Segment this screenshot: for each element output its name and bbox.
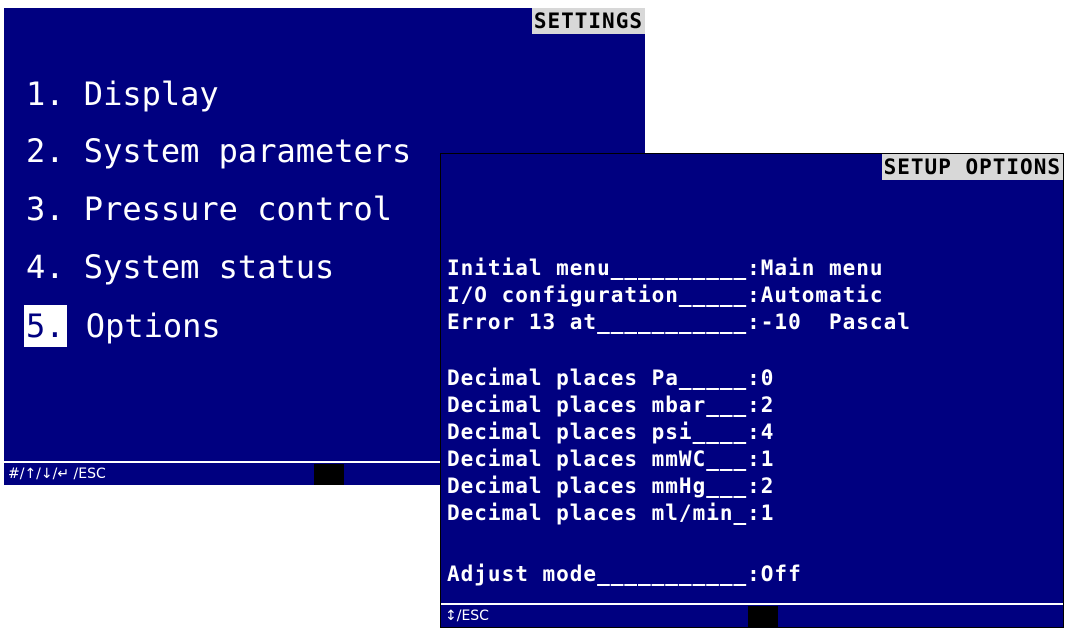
option-io-configuration[interactable]: I/O configuration_____:Automatic <box>447 283 884 307</box>
menu-item-label: Display <box>83 75 219 113</box>
menu-item-label: System status <box>83 248 335 286</box>
menu-item-pressure-control[interactable]: 3. Pressure control <box>26 188 392 230</box>
menu-item-label: System parameters <box>83 132 412 170</box>
menu-item-label: Options <box>85 307 221 345</box>
option-decimal-places-mmwc[interactable]: Decimal places mmWC___:1 <box>447 447 774 471</box>
option-initial-menu[interactable]: Initial menu__________:Main menu <box>447 256 884 280</box>
status-cursor-block <box>748 606 778 627</box>
setup-options-screen: SETUP OPTIONS Initial menu__________:Mai… <box>440 153 1064 628</box>
option-decimal-places-mbar[interactable]: Decimal places mbar___:2 <box>447 393 774 417</box>
menu-item-number: 2. <box>26 132 65 170</box>
status-cursor-block <box>314 464 344 485</box>
menu-item-number-selected: 5. <box>24 305 67 347</box>
settings-title: SETTINGS <box>531 8 645 34</box>
menu-item-system-status[interactable]: 4. System status <box>26 246 334 288</box>
option-adjust-mode[interactable]: Adjust mode___________:Off <box>447 562 802 586</box>
menu-item-system-parameters[interactable]: 2. System parameters <box>26 130 411 172</box>
option-decimal-places-psi[interactable]: Decimal places psi____:4 <box>447 420 774 444</box>
option-decimal-places-mmhg[interactable]: Decimal places mmHg___:2 <box>447 474 774 498</box>
menu-item-label: Pressure control <box>83 190 393 228</box>
menu-item-display[interactable]: 1. Display <box>26 73 219 115</box>
menu-item-number: 1. <box>26 75 65 113</box>
menu-item-number: 4. <box>26 248 65 286</box>
menu-item-label <box>65 75 84 113</box>
key-hints: ↕/ESC <box>445 608 489 624</box>
menu-item-number: 3. <box>26 190 65 228</box>
setup-status-bar: ↕/ESC <box>441 603 1063 627</box>
option-decimal-places-ml-min[interactable]: Decimal places ml/min_:1 <box>447 501 774 525</box>
option-error-13-at[interactable]: Error 13 at___________:-10 Pascal <box>447 310 911 334</box>
menu-item-options[interactable]: 5. Options <box>24 305 221 347</box>
setup-options-title: SETUP OPTIONS <box>881 154 1063 180</box>
option-decimal-places-pa[interactable]: Decimal places Pa_____:0 <box>447 366 774 390</box>
key-hints: #/↑/↓/↵ /ESC <box>8 466 106 482</box>
